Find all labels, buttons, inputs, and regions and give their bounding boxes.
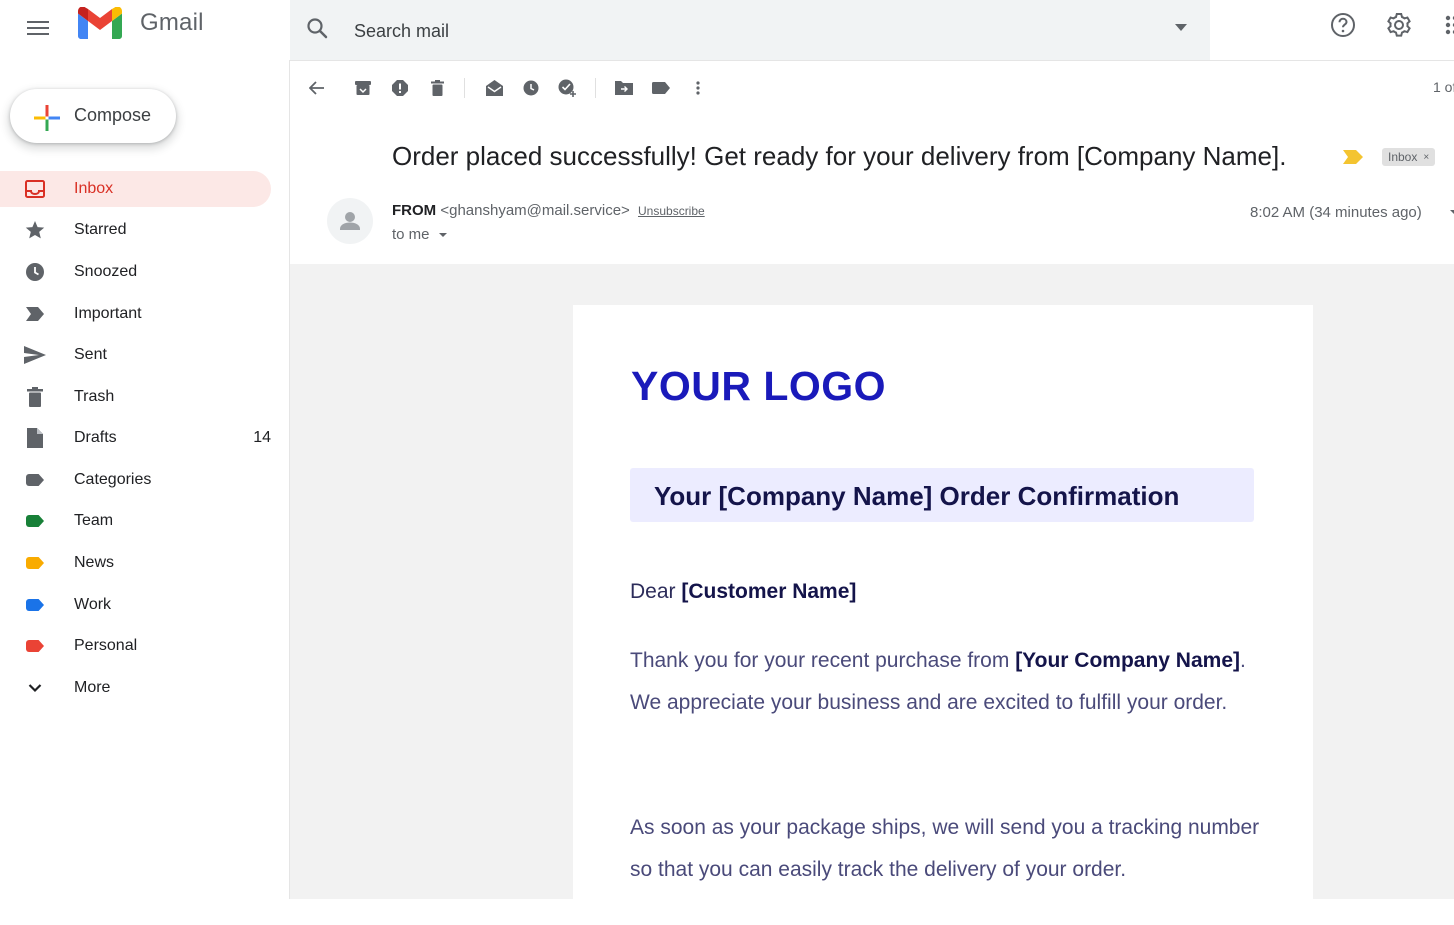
send-icon <box>24 345 46 365</box>
confirmation-heading: Your [Company Name] Order Confirmation <box>654 481 1180 511</box>
company-name: [Your Company Name] <box>1015 649 1240 672</box>
sender-email: <ghanshyam@mail.service> <box>440 202 630 219</box>
apps-icon[interactable] <box>1440 10 1454 40</box>
snooze-icon[interactable] <box>521 78 541 98</box>
message-toolbar: 1 of <box>290 60 1454 116</box>
message-timestamp: 8:02 AM (34 minutes ago) <box>1250 204 1422 221</box>
sidebar-item-label: More <box>74 679 111 696</box>
search-icon[interactable] <box>305 16 329 40</box>
label-icon <box>24 636 46 656</box>
sidebar-item-news[interactable]: News <box>0 545 271 581</box>
label-icon <box>24 470 46 490</box>
delete-icon[interactable] <box>427 78 447 98</box>
sidebar-item-categories[interactable]: Categories <box>0 462 271 498</box>
sidebar-item-label: Drafts <box>74 429 117 446</box>
body-paragraph-2: As soon as your package ships, we will s… <box>630 807 1270 890</box>
report-spam-icon[interactable] <box>390 78 410 98</box>
important-icon <box>24 304 46 324</box>
chevron-down-icon <box>24 678 46 698</box>
sidebar-item-label: Sent <box>74 346 107 363</box>
trash-icon <box>24 387 46 407</box>
sidebar-item-trash[interactable]: Trash <box>0 379 271 415</box>
company-logo-placeholder: YOUR LOGO <box>631 363 887 409</box>
search-input[interactable] <box>352 17 1136 45</box>
sidebar-item-label: Team <box>74 512 114 529</box>
email-body-background: YOUR LOGO Your [Company Name] Order Conf… <box>290 264 1454 925</box>
paragraph-text: Thank you for your recent purchase from <box>630 649 1016 672</box>
gmail-logo[interactable]: Gmail <box>78 6 204 40</box>
sidebar-item-important[interactable]: Important <box>0 296 271 332</box>
sidebar-item-work[interactable]: Work <box>0 587 271 623</box>
message-subject: Order placed successfully! Get ready for… <box>392 141 1287 171</box>
sidebar-item-team[interactable]: Team <box>0 503 271 539</box>
paragraph-text: As soon as your package ships, we will s… <box>630 816 1260 881</box>
sidebar-item-label: Inbox <box>74 180 114 197</box>
sender-line: FROM <ghanshyam@mail.service> Unsubscrib… <box>392 202 705 219</box>
inbox-label-chip: Inbox × <box>1382 148 1436 166</box>
show-details-icon[interactable] <box>438 233 447 238</box>
sidebar-item-label: Work <box>74 596 112 613</box>
inbox-icon <box>24 179 46 199</box>
compose-button[interactable]: Compose <box>10 89 176 143</box>
star-icon <box>24 220 46 240</box>
avatar[interactable] <box>327 198 373 244</box>
sidebar-item-more[interactable]: More <box>0 670 271 706</box>
compose-label: Compose <box>74 105 152 125</box>
greeting: Dear [Customer Name] <box>630 580 856 604</box>
label-icon <box>24 595 46 615</box>
draft-icon <box>24 428 46 448</box>
unsubscribe-link[interactable]: Unsubscribe <box>638 204 705 218</box>
pager-text: 1 of <box>1433 79 1454 95</box>
label-chip-text: Inbox <box>1388 150 1418 164</box>
back-icon[interactable] <box>307 78 327 98</box>
labels-icon[interactable] <box>651 78 671 98</box>
recipient-details[interactable]: to me <box>392 226 447 243</box>
sidebar-item-label: Important <box>74 305 142 322</box>
move-to-icon[interactable] <box>614 78 634 98</box>
recipient-text: to me <box>392 226 430 243</box>
sidebar-item-drafts[interactable]: Drafts 14 <box>0 420 271 456</box>
email-body-card: YOUR LOGO Your [Company Name] Order Conf… <box>573 305 1313 925</box>
sidebar-item-label: Snoozed <box>74 263 138 280</box>
gmail-m-icon <box>78 7 122 39</box>
sidebar-item-label: Categories <box>74 471 152 488</box>
search-options-icon[interactable] <box>1175 24 1187 31</box>
confirmation-banner: Your [Company Name] Order Confirmation <box>630 468 1254 522</box>
label-icon <box>24 511 46 531</box>
important-marker-icon[interactable] <box>1343 150 1363 164</box>
main-menu-button[interactable] <box>22 12 54 44</box>
body-paragraph-1: Thank you for your recent purchase from … <box>630 640 1270 723</box>
app-name: Gmail <box>140 9 204 36</box>
remove-label-icon[interactable]: × <box>1423 152 1429 163</box>
message-view: 1 of Order placed successfully! Get read… <box>289 60 1454 925</box>
sidebar-item-label: Personal <box>74 637 138 654</box>
plus-icon <box>34 105 60 131</box>
sidebar-item-label: Trash <box>74 388 115 405</box>
archive-icon[interactable] <box>353 78 373 98</box>
add-task-icon[interactable] <box>558 78 578 98</box>
sidebar-item-starred[interactable]: Starred <box>0 212 271 248</box>
person-icon <box>340 212 360 230</box>
sidebar-item-sent[interactable]: Sent <box>0 337 271 373</box>
label-icon <box>24 553 46 573</box>
mark-unread-icon[interactable] <box>484 78 504 98</box>
sidebar-item-label: Starred <box>74 221 127 238</box>
sidebar-item-personal[interactable]: Personal <box>0 628 271 664</box>
customer-name: [Customer Name] <box>681 580 857 603</box>
settings-icon[interactable] <box>1384 10 1414 40</box>
sidebar-item-label: News <box>74 554 115 571</box>
more-vert-icon[interactable] <box>688 78 708 98</box>
help-icon[interactable] <box>1328 10 1358 40</box>
more-actions-caret-icon[interactable] <box>1450 210 1454 214</box>
sidebar-item-count: 14 <box>253 429 271 446</box>
sidebar-item-snoozed[interactable]: Snoozed <box>0 254 271 290</box>
sidebar: Compose Inbox Starred Snoozed Important … <box>0 60 289 899</box>
sidebar-item-inbox[interactable]: Inbox <box>0 171 271 207</box>
top-bar: Gmail <box>0 0 1454 61</box>
greeting-prefix: Dear <box>630 580 682 603</box>
clock-icon <box>24 262 46 282</box>
sender-name[interactable]: FROM <box>392 202 436 219</box>
search-bar <box>290 0 1210 60</box>
